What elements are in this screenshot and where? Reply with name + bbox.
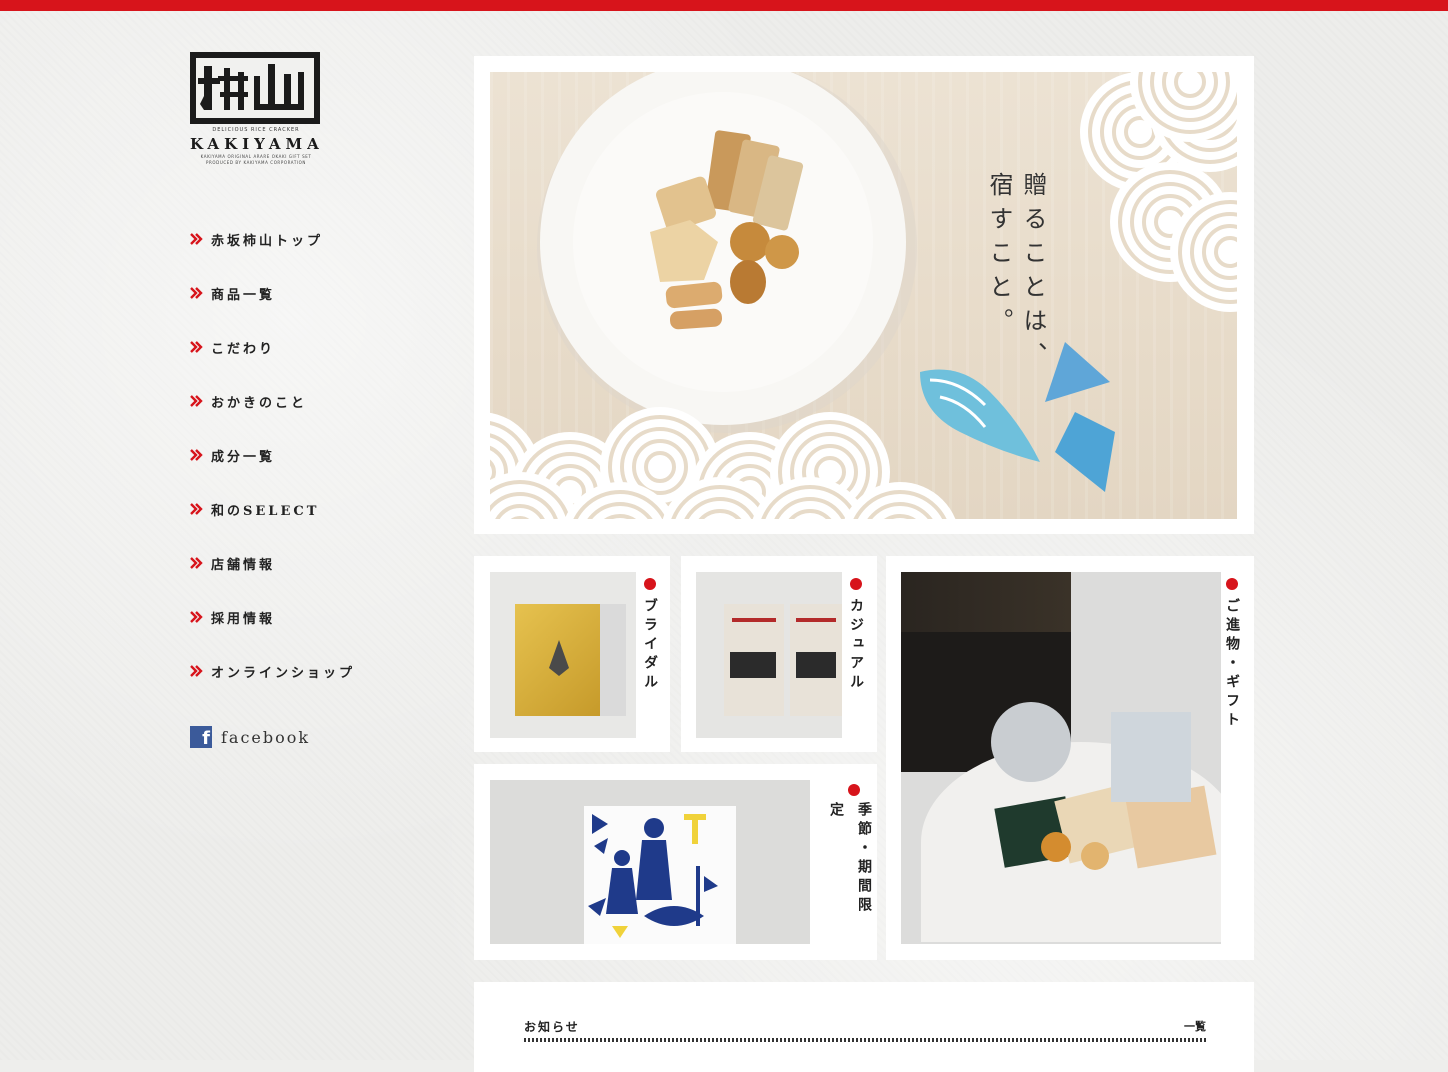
double-chevron-icon [190,449,203,461]
nav-label: 成分一覧 [211,449,276,465]
side-navigation: 赤坂柿山トップ 商品一覧 こだわり おかきのこと 成分一覧 和のSELECT 店… [190,222,355,708]
nav-item-select[interactable]: 和のSELECT [190,492,355,546]
logo-subtitle: KAKIYAMA ORIGINAL ARARE OKAKI GIFT SET [200,154,312,159]
hero-panel: 贈ることは、 宿すこと。 [474,56,1254,534]
hero-illustration [490,72,1237,519]
hero-copy-line1: 贈ることは、 [1019,172,1047,376]
nav-label: おかきのこと [211,395,308,411]
category-label-seasonal: 季節・期間限定 [828,802,872,916]
casual-image [696,572,842,738]
nav-label: 商品一覧 [211,287,276,303]
tanabata-icon [588,814,718,938]
crane-icon [549,640,569,676]
nav-label: オンラインショップ [211,665,356,681]
flower-icon [850,578,862,590]
nav-label: 店舗情報 [211,557,276,573]
facebook-label: facebook [221,727,311,747]
category-card-gift[interactable]: ご進物・ギフト [886,556,1254,960]
hero-banner[interactable]: 贈ることは、 宿すこと。 [490,72,1237,519]
logo-tagline: DELICIOUS RICE CRACKER [212,127,300,133]
category-card-casual[interactable]: カジュアル [681,556,877,752]
nav-label: 採用情報 [211,611,276,627]
category-card-seasonal[interactable]: 季節・期間限定 [474,764,877,960]
news-panel: お知らせ 一覧 [474,982,1254,1072]
double-chevron-icon [190,287,203,299]
hero-copy-line2: 宿すこと。 [985,172,1013,342]
nav-item-recruit[interactable]: 採用情報 [190,600,355,654]
category-label-casual: カジュアル [848,598,864,693]
category-card-bridal[interactable]: ブライダル [474,556,670,752]
double-chevron-icon [190,665,203,677]
double-chevron-icon [190,503,203,515]
nav-item-okaki[interactable]: おかきのこと [190,384,355,438]
flower-icon [848,784,860,796]
flower-icon [644,578,656,590]
nav-label: 和のSELECT [211,503,320,519]
logo-mark-icon [190,52,320,124]
kakiyama-logo[interactable]: DELICIOUS RICE CRACKER KAKIYAMA KAKIYAMA… [190,52,322,170]
category-label-bridal: ブライダル [642,598,658,693]
nav-item-top[interactable]: 赤坂柿山トップ [190,222,355,276]
news-divider [524,1038,1206,1042]
nav-label: 赤坂柿山トップ [211,233,324,249]
double-chevron-icon [190,395,203,407]
flower-icon [1226,578,1238,590]
facebook-link[interactable]: f facebook [190,726,310,748]
facebook-icon: f [190,726,212,748]
bridal-image [490,572,636,738]
news-more-link[interactable]: 一覧 [1184,1018,1206,1034]
double-chevron-icon [190,341,203,353]
news-title: お知らせ [524,1020,580,1034]
nav-item-products[interactable]: 商品一覧 [190,276,355,330]
nav-item-online-shop[interactable]: オンラインショップ [190,654,355,708]
nav-item-kodawari[interactable]: こだわり [190,330,355,384]
seasonal-image [490,780,810,944]
category-label-gift: ご進物・ギフト [1224,598,1240,731]
gift-image [901,572,1221,944]
nav-label: こだわり [211,341,276,357]
nav-item-ingredients[interactable]: 成分一覧 [190,438,355,492]
logo-name: KAKIYAMA [190,135,324,153]
logo-footer: PRODUCED BY KAKIYAMA CORPORATION [206,160,306,165]
double-chevron-icon [190,557,203,569]
double-chevron-icon [190,233,203,245]
double-chevron-icon [190,611,203,623]
top-accent-bar [0,0,1448,11]
nav-item-stores[interactable]: 店舗情報 [190,546,355,600]
